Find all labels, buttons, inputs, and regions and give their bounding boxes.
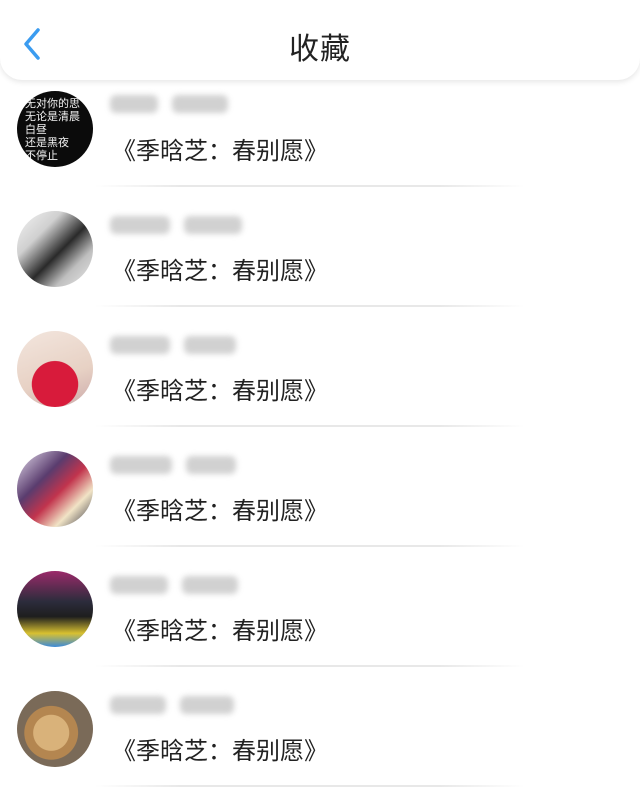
divider — [95, 185, 525, 187]
divider — [95, 785, 525, 787]
song-title: 《季晗芝：春别愿》 — [112, 737, 328, 765]
avatar — [17, 571, 93, 647]
divider — [95, 305, 525, 307]
blurred-username — [110, 696, 234, 716]
avatar — [17, 451, 93, 527]
song-title: 《季晗芝：春别愿》 — [112, 257, 328, 285]
list-item[interactable]: 《季晗芝：春别愿》 — [0, 200, 640, 320]
list-item[interactable]: 《季晗芝：春别愿》 — [0, 320, 640, 440]
blurred-username — [110, 95, 228, 115]
top-bar: 收藏 — [0, 0, 640, 80]
blurred-username — [110, 576, 238, 596]
blurred-username — [110, 456, 236, 476]
list-item[interactable]: 无对你的思 无论是清晨 白昼 还是黑夜 不停止 《季晗芝：春别愿》 — [0, 80, 640, 200]
list-item[interactable]: 《季晗芝：春别愿》 — [0, 440, 640, 560]
song-title: 《季晗芝：春别愿》 — [112, 377, 328, 405]
divider — [95, 665, 525, 667]
avatar — [17, 691, 93, 767]
page-title: 收藏 — [289, 32, 351, 67]
divider — [95, 545, 525, 547]
list-item[interactable]: 《季晗芝：春别愿》 — [0, 560, 640, 680]
avatar — [17, 211, 93, 287]
song-title: 《季晗芝：春别愿》 — [112, 617, 328, 645]
song-title: 《季晗芝：春别愿》 — [112, 497, 328, 525]
avatar: 无对你的思 无论是清晨 白昼 还是黑夜 不停止 — [17, 91, 93, 167]
divider — [95, 425, 525, 427]
blurred-username — [110, 216, 242, 236]
song-title: 《季晗芝：春别愿》 — [112, 137, 328, 165]
blurred-username — [110, 336, 236, 356]
list-item[interactable]: 《季晗芝：春别愿》 — [0, 680, 640, 800]
avatar — [17, 331, 93, 407]
